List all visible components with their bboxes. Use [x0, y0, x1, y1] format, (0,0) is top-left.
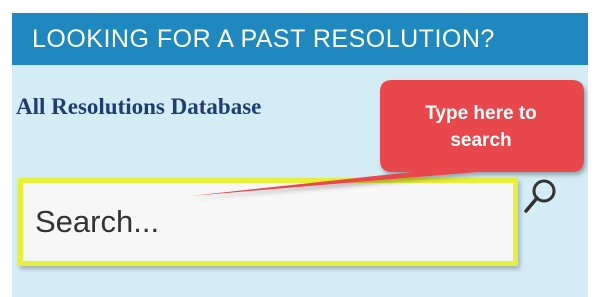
callout-text: Type here to search [383, 100, 579, 154]
search-icon[interactable] [521, 176, 561, 216]
search-input[interactable] [23, 183, 513, 261]
search-field-highlight [18, 178, 518, 266]
callout-line-2: search [450, 130, 512, 151]
callout-line-1: Type here to [425, 103, 537, 124]
widget-header: LOOKING FOR A PAST RESOLUTION? [12, 13, 588, 65]
all-resolutions-database-link[interactable]: All Resolutions Database [16, 94, 261, 120]
